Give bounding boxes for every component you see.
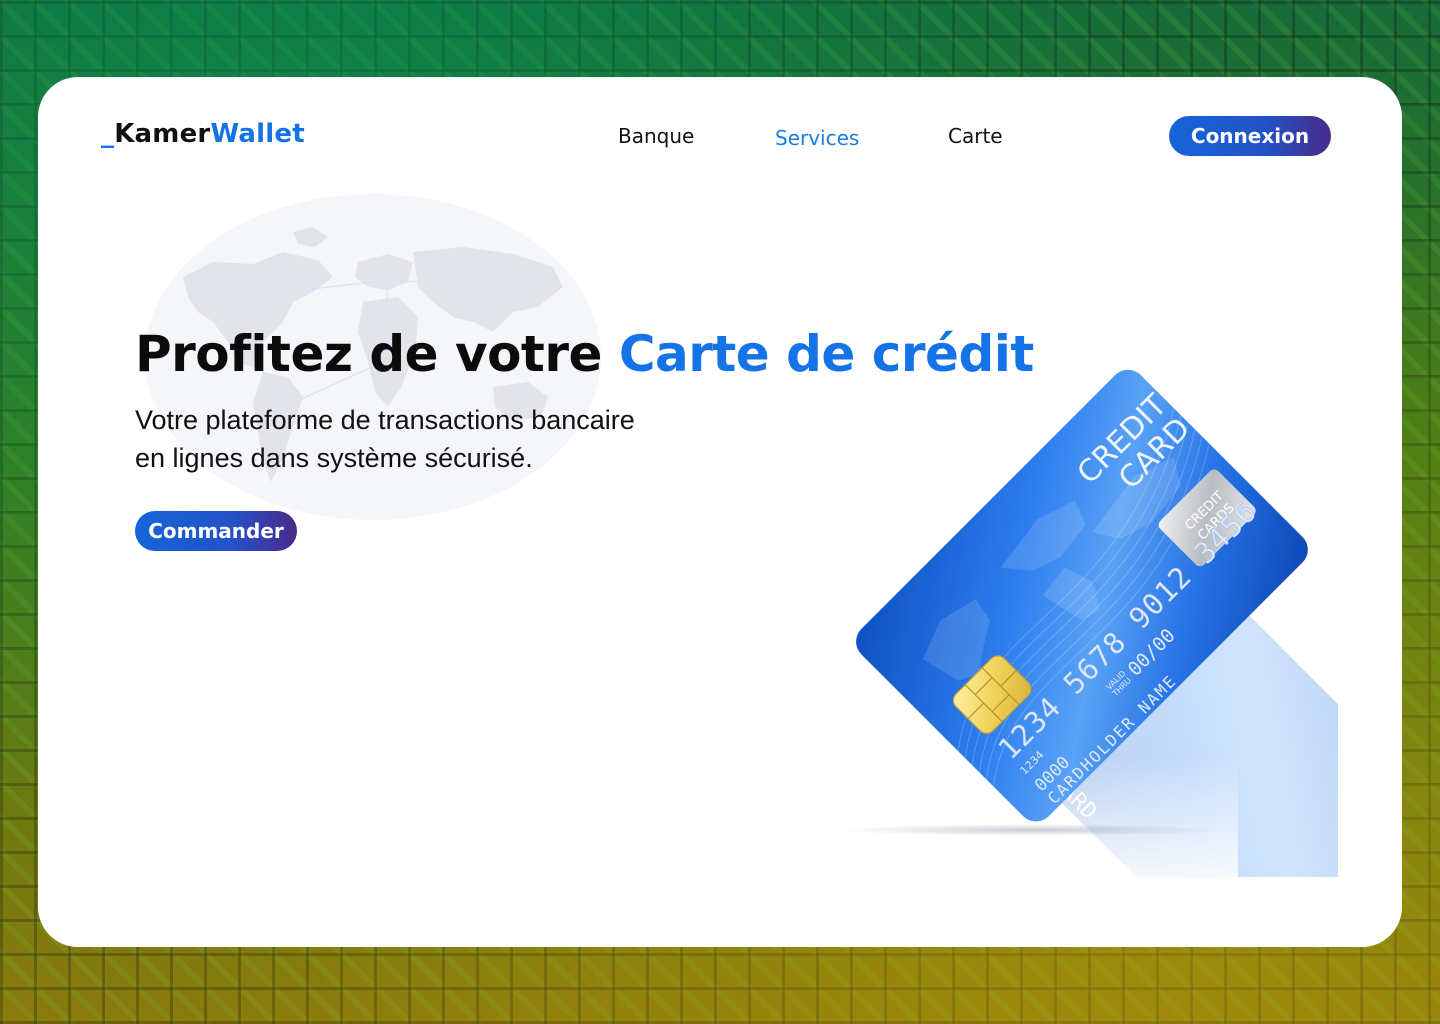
subtitle-line-2: en lignes dans système sécurisé. — [135, 443, 533, 473]
main-panel: _KamerWallet Banque Services Carte Conne… — [38, 77, 1402, 947]
headline-plain: Profitez de votre — [135, 325, 602, 383]
order-button[interactable]: Commander — [135, 511, 297, 551]
login-button[interactable]: Connexion — [1169, 116, 1331, 156]
subtitle-line-1: Votre plateforme de transactions bancair… — [135, 405, 635, 435]
nav-item-services[interactable]: Services — [775, 126, 859, 150]
credit-card-illustration: CARD — [778, 227, 1402, 947]
nav-item-banque[interactable]: Banque — [618, 124, 694, 148]
nav-item-carte[interactable]: Carte — [948, 124, 1003, 148]
hero-subtitle: Votre plateforme de transactions bancair… — [135, 401, 735, 477]
credit-card-graphic: CARD — [843, 369, 1402, 947]
